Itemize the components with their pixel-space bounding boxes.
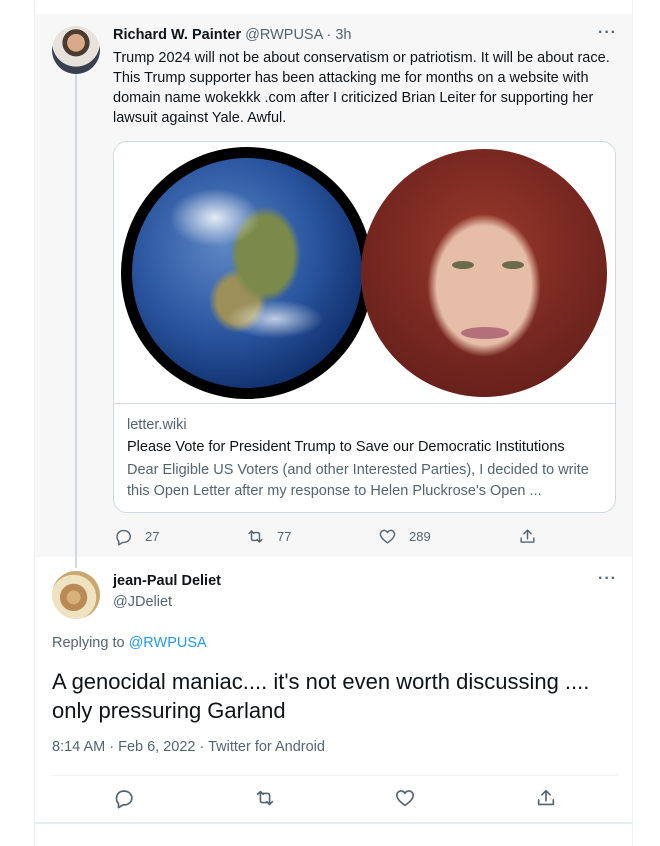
author-name[interactable]: Richard W. Painter [113, 27, 241, 43]
column-border-right [632, 0, 633, 846]
retweet-button[interactable] [254, 787, 276, 809]
author-handle[interactable]: @JDeliet [113, 594, 172, 610]
replying-to-handle[interactable]: @RWPUSA [129, 635, 207, 651]
reply-button[interactable]: 27 [114, 527, 159, 546]
share-icon [520, 529, 535, 543]
reply-icon [115, 790, 133, 809]
divider [35, 822, 632, 824]
portrait-image [361, 149, 607, 397]
avatar[interactable] [52, 26, 100, 74]
reply-count: 27 [145, 529, 160, 544]
thread-line [75, 72, 77, 568]
replying-to: Replying to @RWPUSA [52, 635, 207, 651]
author-handle[interactable]: @RWPUSA [245, 27, 322, 43]
heart-icon [395, 790, 415, 807]
tweet-time[interactable]: · 3h [327, 27, 352, 43]
retweet-icon [256, 790, 274, 806]
reply-icon [116, 529, 131, 546]
retweet-count: 77 [277, 529, 292, 544]
card-title: Please Vote for President Trump to Save … [127, 439, 565, 455]
more-horizontal-icon[interactable]: ··· [598, 570, 617, 588]
avatar[interactable] [52, 571, 100, 619]
author-name[interactable]: jean-Paul Deliet [113, 573, 221, 589]
parent-tweet-header: Richard W. Painter @RWPUSA · 3h [113, 27, 352, 43]
replying-to-label: Replying to [52, 635, 125, 651]
tweet-meta[interactable]: 8:14 AM · Feb 6, 2022 · Twitter for Andr… [52, 739, 325, 755]
like-button[interactable] [394, 787, 416, 809]
share-icon [537, 789, 555, 806]
heart-icon [379, 529, 396, 544]
reply-button[interactable] [113, 787, 135, 809]
tweet-text: Trump 2024 will not be about conservatis… [113, 50, 610, 126]
card-description: Dear Eligible US Voters (and other Inter… [127, 462, 589, 499]
card-image[interactable] [114, 142, 615, 404]
card-domain: letter.wiki [127, 417, 187, 433]
retweet-button[interactable]: 77 [246, 527, 291, 546]
earth-image [121, 147, 373, 399]
more-horizontal-icon[interactable]: ··· [598, 24, 617, 42]
share-button[interactable] [518, 527, 537, 546]
like-button[interactable]: 289 [378, 527, 431, 546]
link-card[interactable]: letter.wiki Please Vote for President Tr… [113, 141, 616, 513]
tweet-text: A genocidal maniac.... it's not even wor… [52, 669, 590, 723]
like-count: 289 [409, 529, 431, 544]
divider [52, 775, 618, 776]
share-button[interactable] [535, 787, 557, 809]
retweet-icon [248, 530, 263, 543]
